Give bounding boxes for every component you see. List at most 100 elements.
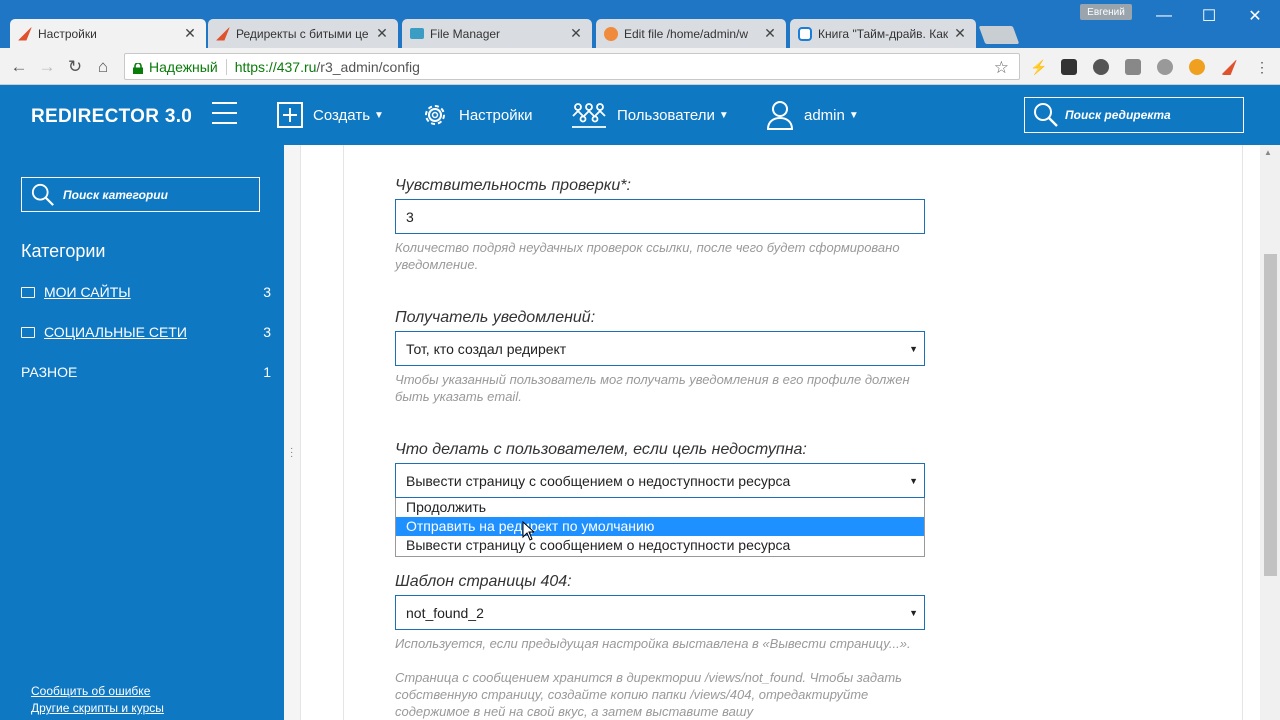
category-label[interactable]: РАЗНОЕ — [21, 364, 251, 380]
reload-icon[interactable]: ↻ — [64, 56, 86, 78]
search-icon — [1034, 103, 1058, 127]
url-input[interactable]: Надежный https://437.ru/r3_admin/config … — [124, 53, 1020, 80]
unavailable-action-select[interactable]: Вывести страницу с сообщением о недоступ… — [395, 463, 925, 498]
sensitivity-value: 3 — [406, 208, 414, 225]
globe-extension-icon[interactable] — [1157, 59, 1173, 75]
url-path: /r3_admin/config — [316, 58, 420, 75]
unavailable-action-value: Вывести страницу с сообщением о недоступ… — [406, 472, 791, 489]
categories-heading: Категории — [21, 241, 106, 261]
sensitivity-hint: Количество подряд неудачных проверок ссы… — [395, 240, 900, 272]
tab-title: Edit file /home/admin/w — [624, 26, 749, 41]
minimize-button[interactable]: — — [1154, 6, 1174, 26]
plus-square-icon — [277, 102, 303, 128]
category-count: 3 — [263, 324, 271, 340]
dropdown-option-default-redirect[interactable]: Отправить на редирект по умолчанию — [396, 517, 924, 536]
search-icon — [31, 183, 54, 206]
dropdown-option-continue[interactable]: Продолжить — [396, 498, 924, 517]
caret-down-icon: ▼ — [374, 109, 384, 121]
redirector-favicon-icon — [18, 26, 32, 41]
template404-label: Шаблон страницы 404: — [395, 573, 572, 590]
secure-label: Надежный — [149, 58, 218, 75]
close-window-button[interactable]: ✕ — [1245, 6, 1265, 26]
book-favicon-icon — [798, 26, 812, 41]
tab-redirects[interactable]: Редиректы с битыми це ✕ — [208, 19, 398, 48]
settings-menu-button[interactable]: Настройки — [421, 97, 533, 133]
sidebar: Поиск категории Категории МОИ САЙТЫ 3 СО… — [0, 145, 284, 720]
sensitivity-label: Чувствительность проверки*: — [395, 177, 631, 194]
lightning-extension-icon[interactable]: ⚡ — [1030, 59, 1047, 75]
recipient-value: Тот, кто создал редирект — [406, 340, 567, 357]
unavailable-action-dropdown-list: Продолжить Отправить на редирект по умол… — [395, 498, 925, 557]
new-tab-button[interactable] — [978, 26, 1020, 44]
dropdown-arrow-icon: ▼ — [909, 476, 918, 486]
template404-select[interactable]: not_found_2 ▼ — [395, 595, 925, 630]
tab-file-manager[interactable]: File Manager ✕ — [402, 19, 592, 48]
mouse-cursor-icon — [522, 521, 534, 541]
sidebar-item-my-sites[interactable]: МОИ САЙТЫ 3 — [21, 282, 271, 302]
other-scripts-link[interactable]: Другие скрипты и курсы — [31, 701, 164, 715]
camera-extension-icon[interactable] — [1125, 59, 1141, 75]
menu-dots-icon[interactable]: ⋮ — [1254, 59, 1270, 75]
tab-edit-file[interactable]: Edit file /home/admin/w ✕ — [596, 19, 786, 48]
sensitivity-input[interactable]: 3 — [395, 199, 925, 234]
category-search-placeholder: Поиск категории — [63, 187, 168, 202]
back-arrow-icon[interactable]: ← — [8, 56, 30, 78]
folder-favicon-icon — [410, 28, 424, 39]
dropdown-arrow-icon: ▼ — [909, 344, 918, 354]
dropdown-arrow-icon: ▼ — [909, 608, 918, 618]
report-bug-link[interactable]: Сообщить об ошибке — [31, 684, 150, 698]
admin-label: admin — [804, 106, 845, 124]
address-bar-row: ← → ↻ ⌂ Надежный https://437.ru/r3_admin… — [0, 48, 1280, 85]
create-menu-button[interactable]: Создать ▼ — [277, 97, 384, 133]
redirector-extension-icon[interactable] — [1221, 59, 1237, 75]
tab-title: Редиректы с битыми це — [236, 26, 369, 41]
create-label: Создать — [313, 106, 371, 124]
tab-title: Настройки — [38, 26, 97, 41]
puzzle-extension-icon[interactable] — [1093, 59, 1109, 75]
hamburger-menu-icon[interactable] — [212, 102, 237, 124]
bookmark-star-icon[interactable]: ☆ — [994, 58, 1009, 78]
template404-value: not_found_2 — [406, 604, 484, 621]
url-host: https://437.ru — [234, 58, 317, 75]
tab-close-icon[interactable]: ✕ — [182, 25, 198, 42]
recipient-select[interactable]: Тот, кто создал редирект ▼ — [395, 331, 925, 366]
lock-icon — [133, 61, 143, 74]
app-logo[interactable]: REDIRECTOR 3.0 — [31, 106, 192, 128]
template404-hint-1: Используется, если предыдущая настройка … — [395, 636, 911, 651]
template404-hint-2: Страница с сообщением хранится в директо… — [395, 670, 903, 719]
category-label[interactable]: СОЦИАЛЬНЫЕ СЕТИ — [44, 324, 251, 340]
dark-extension-icon[interactable] — [1061, 59, 1077, 75]
caret-down-icon: ▼ — [848, 109, 859, 121]
drag-handle-icon[interactable]: · · · — [290, 444, 294, 462]
category-label[interactable]: МОИ САЙТЫ — [44, 284, 251, 300]
tab-close-icon[interactable]: ✕ — [952, 25, 968, 42]
cpanel-favicon-icon — [604, 26, 618, 41]
unavailable-action-label: Что делать с пользователем, если цель не… — [395, 441, 807, 458]
home-icon[interactable]: ⌂ — [92, 56, 114, 78]
sidebar-item-misc[interactable]: РАЗНОЕ 1 — [21, 362, 271, 382]
dropdown-option-unavailable-page[interactable]: Вывести страницу с сообщением о недоступ… — [396, 536, 924, 555]
smiley-extension-icon[interactable] — [1189, 59, 1205, 75]
scrollbar-thumb[interactable] — [1264, 254, 1277, 576]
tab-settings[interactable]: Настройки ✕ — [10, 19, 206, 48]
users-menu-button[interactable]: Пользователи ▼ — [571, 97, 729, 133]
recipient-label: Получатель уведомлений: — [395, 309, 596, 326]
sidebar-resize-handle[interactable] — [284, 145, 301, 720]
admin-menu-button[interactable]: admin ▼ — [766, 97, 859, 133]
app-header: REDIRECTOR 3.0 Создать ▼ Настройки Пользо… — [0, 85, 1280, 145]
caret-down-icon: ▼ — [718, 109, 729, 121]
tab-book[interactable]: Книга "Тайм-драйв. Как ✕ — [790, 19, 976, 48]
tab-close-icon[interactable]: ✕ — [374, 25, 390, 42]
tab-close-icon[interactable]: ✕ — [762, 25, 778, 42]
settings-panel: Чувствительность проверки*: 3 Количество… — [343, 145, 1243, 720]
recipient-hint: Чтобы указанный пользователь мог получат… — [395, 372, 910, 404]
category-count: 3 — [263, 284, 271, 300]
forward-arrow-icon[interactable]: → — [36, 56, 58, 78]
maximize-button[interactable]: ☐ — [1199, 6, 1219, 26]
redirect-search-input[interactable]: Поиск редиректа — [1024, 97, 1244, 133]
profile-badge[interactable]: Евгений — [1080, 4, 1132, 20]
sidebar-item-social[interactable]: СОЦИАЛЬНЫЕ СЕТИ 3 — [21, 322, 271, 342]
scroll-up-arrow-icon[interactable]: ▲ — [1264, 148, 1272, 157]
category-search-input[interactable]: Поиск категории — [21, 177, 260, 212]
tab-close-icon[interactable]: ✕ — [568, 25, 584, 42]
